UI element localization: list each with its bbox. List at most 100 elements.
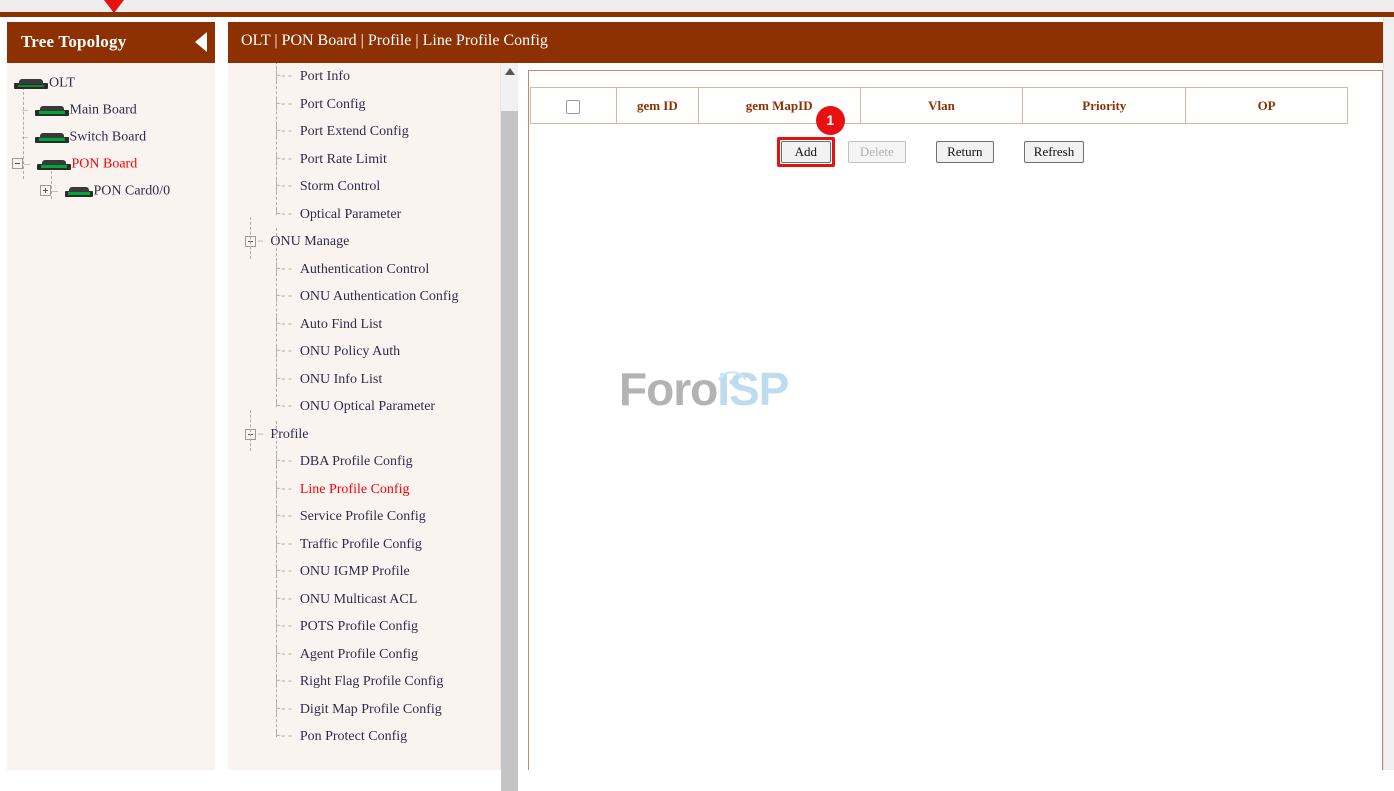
nav-item-digit-map-profile-config[interactable]: ├-- Digit Map Profile Config bbox=[228, 696, 518, 724]
tree-node-olt[interactable]: OLT bbox=[7, 69, 215, 96]
nav-item-label: Port Extend Config bbox=[300, 124, 409, 139]
nav-connector: ├-- bbox=[273, 586, 300, 614]
nav-connector: ├-- bbox=[273, 63, 300, 91]
nav-item-label: ONU Multicast ACL bbox=[300, 592, 417, 607]
collapse-left-arrow-icon[interactable] bbox=[195, 32, 207, 52]
nav-item-onu-igmp-profile[interactable]: ├-- ONU IGMP Profile bbox=[228, 558, 518, 586]
tree-node-pon-card[interactable]: – PON Card0/0 bbox=[7, 177, 215, 204]
navigation-menu-panel: ├-- Port Info├-- Port Config├-- Port Ext… bbox=[228, 63, 518, 770]
wifi-signal-icon bbox=[715, 365, 749, 385]
nav-connector: └-- bbox=[273, 201, 300, 229]
nav-item-label: Line Profile Config bbox=[300, 482, 410, 497]
return-button[interactable]: Return bbox=[936, 141, 994, 163]
table-header-gem-id: gem ID bbox=[616, 88, 698, 124]
select-all-checkbox[interactable] bbox=[566, 100, 580, 114]
table-header-row: gem ID gem MapID Vlan Priority OP bbox=[531, 88, 1348, 124]
nav-connector: ├-- bbox=[273, 696, 300, 724]
nav-item-pon-protect-config[interactable]: └-- Pon Protect Config bbox=[228, 723, 518, 751]
nav-connector: ├-- bbox=[273, 173, 300, 201]
nav-item-auto-find-list[interactable]: ├-- Auto Find List bbox=[228, 311, 518, 339]
nav-item-label: Digit Map Profile Config bbox=[300, 702, 442, 717]
nav-item-label: ONU Info List bbox=[300, 372, 382, 387]
nav-item-port-rate-limit[interactable]: ├-- Port Rate Limit bbox=[228, 146, 518, 174]
nav-connector: ├-- bbox=[273, 668, 300, 696]
nav-item-port-info[interactable]: ├-- Port Info bbox=[228, 63, 518, 91]
table-header-vlan: Vlan bbox=[860, 88, 1023, 124]
nav-item-dba-profile-config[interactable]: ├-- DBA Profile Config bbox=[228, 448, 518, 476]
nav-connector: ├-- bbox=[273, 641, 300, 669]
nav-item-agent-profile-config[interactable]: ├-- Agent Profile Config bbox=[228, 641, 518, 669]
nav-item-profile[interactable]: – Profile bbox=[228, 421, 518, 449]
nav-item-onu-multicast-acl[interactable]: ├-- ONU Multicast ACL bbox=[228, 586, 518, 614]
nav-connector: └-- bbox=[273, 393, 300, 421]
nav-item-onu-authentication-config[interactable]: ├-- ONU Authentication Config bbox=[228, 283, 518, 311]
nav-connector: ├-- bbox=[273, 558, 300, 586]
nav-item-authentication-control[interactable]: ├-- Authentication Control bbox=[228, 256, 518, 284]
tree-topology-title: Tree Topology bbox=[21, 32, 126, 52]
foroisp-watermark: ForoISP bbox=[619, 359, 839, 429]
device-board-icon bbox=[35, 104, 69, 116]
top-brown-rule bbox=[0, 12, 1394, 17]
tree-node-label: PON Board bbox=[72, 156, 138, 171]
line-profile-table: gem ID gem MapID Vlan Priority OP bbox=[530, 87, 1348, 124]
nav-connector: ├-- bbox=[273, 366, 300, 394]
tree-node-pon-board[interactable]: – PON Board bbox=[7, 150, 215, 177]
tree-plus-toggle-icon[interactable] bbox=[40, 185, 51, 196]
tree-connector-dash: – bbox=[19, 96, 31, 123]
nav-item-label: Agent Profile Config bbox=[300, 647, 418, 662]
nav-item-onu-info-list[interactable]: ├-- ONU Info List bbox=[228, 366, 518, 394]
nav-item-label: Storm Control bbox=[300, 179, 381, 194]
tree-connector-dash: – bbox=[19, 123, 31, 150]
add-button-wrapper: Add 1 bbox=[781, 141, 831, 163]
nav-item-pots-profile-config[interactable]: ├-- POTS Profile Config bbox=[228, 613, 518, 641]
nav-item-port-extend-config[interactable]: ├-- Port Extend Config bbox=[228, 118, 518, 146]
tree-node-label: Main Board bbox=[70, 102, 137, 117]
tree-connector-dash: – bbox=[52, 177, 61, 204]
nav-item-label: Auto Find List bbox=[300, 317, 382, 332]
table-header-op: OP bbox=[1186, 88, 1348, 124]
tree-node-label: Switch Board bbox=[70, 129, 147, 144]
nav-item-label: Pon Protect Config bbox=[300, 729, 407, 744]
nav-connector-line bbox=[276, 63, 277, 215]
nav-item-service-profile-config[interactable]: ├-- Service Profile Config bbox=[228, 503, 518, 531]
tree-topology-header: Tree Topology bbox=[7, 22, 215, 63]
tree-node-main-board[interactable]: – Main Board bbox=[7, 96, 215, 123]
nav-connector: – bbox=[257, 228, 270, 256]
nav-connector: – bbox=[257, 421, 270, 449]
nav-item-label: ONU Optical Parameter bbox=[300, 399, 435, 414]
nav-item-onu-policy-auth[interactable]: ├-- ONU Policy Auth bbox=[228, 338, 518, 366]
tree-node-switch-board[interactable]: – Switch Board bbox=[7, 123, 215, 150]
nav-connector: ├-- bbox=[273, 91, 300, 119]
nav-item-traffic-profile-config[interactable]: ├-- Traffic Profile Config bbox=[228, 531, 518, 559]
device-card-icon bbox=[65, 185, 93, 197]
navigation-scrollbar[interactable] bbox=[500, 63, 518, 770]
nav-item-right-flag-profile-config[interactable]: ├-- Right Flag Profile Config bbox=[228, 668, 518, 696]
refresh-button[interactable]: Refresh bbox=[1024, 141, 1084, 163]
nav-item-label: ONU Policy Auth bbox=[300, 344, 400, 359]
delete-button: Delete bbox=[848, 141, 906, 163]
nav-item-optical-parameter[interactable]: └-- Optical Parameter bbox=[228, 201, 518, 229]
nav-item-line-profile-config[interactable]: ├-- Line Profile Config bbox=[228, 476, 518, 504]
nav-connector: ├-- bbox=[273, 448, 300, 476]
breadcrumb-bar: OLT | PON Board | Profile | Line Profile… bbox=[228, 22, 1383, 63]
tree-minus-toggle-icon[interactable] bbox=[12, 158, 23, 169]
nav-item-label: Port Rate Limit bbox=[300, 152, 387, 167]
scroll-up-arrow-icon[interactable] bbox=[505, 68, 515, 75]
nav-item-label: Right Flag Profile Config bbox=[300, 674, 444, 689]
nav-item-port-config[interactable]: ├-- Port Config bbox=[228, 91, 518, 119]
tree-topology-panel: Tree Topology OLT – Main Board – Switch … bbox=[7, 22, 215, 770]
device-board-icon bbox=[35, 131, 69, 143]
page-scrollbar[interactable] bbox=[1383, 17, 1394, 770]
nav-connector-line bbox=[276, 228, 277, 407]
add-button[interactable]: Add bbox=[781, 141, 831, 163]
nav-item-onu-optical-parameter[interactable]: └-- ONU Optical Parameter bbox=[228, 393, 518, 421]
table-header-select-all bbox=[531, 88, 617, 124]
nav-item-onu-manage[interactable]: – ONU Manage bbox=[228, 228, 518, 256]
device-board-icon bbox=[37, 158, 71, 170]
tree-node-label: PON Card0/0 bbox=[94, 183, 171, 198]
watermark-text-isp: ISP bbox=[717, 363, 788, 415]
navigation-scrollbar-thumb[interactable] bbox=[501, 111, 518, 791]
nav-item-storm-control[interactable]: ├-- Storm Control bbox=[228, 173, 518, 201]
nav-connector: ├-- bbox=[273, 503, 300, 531]
nav-item-label: Port Info bbox=[300, 69, 350, 84]
